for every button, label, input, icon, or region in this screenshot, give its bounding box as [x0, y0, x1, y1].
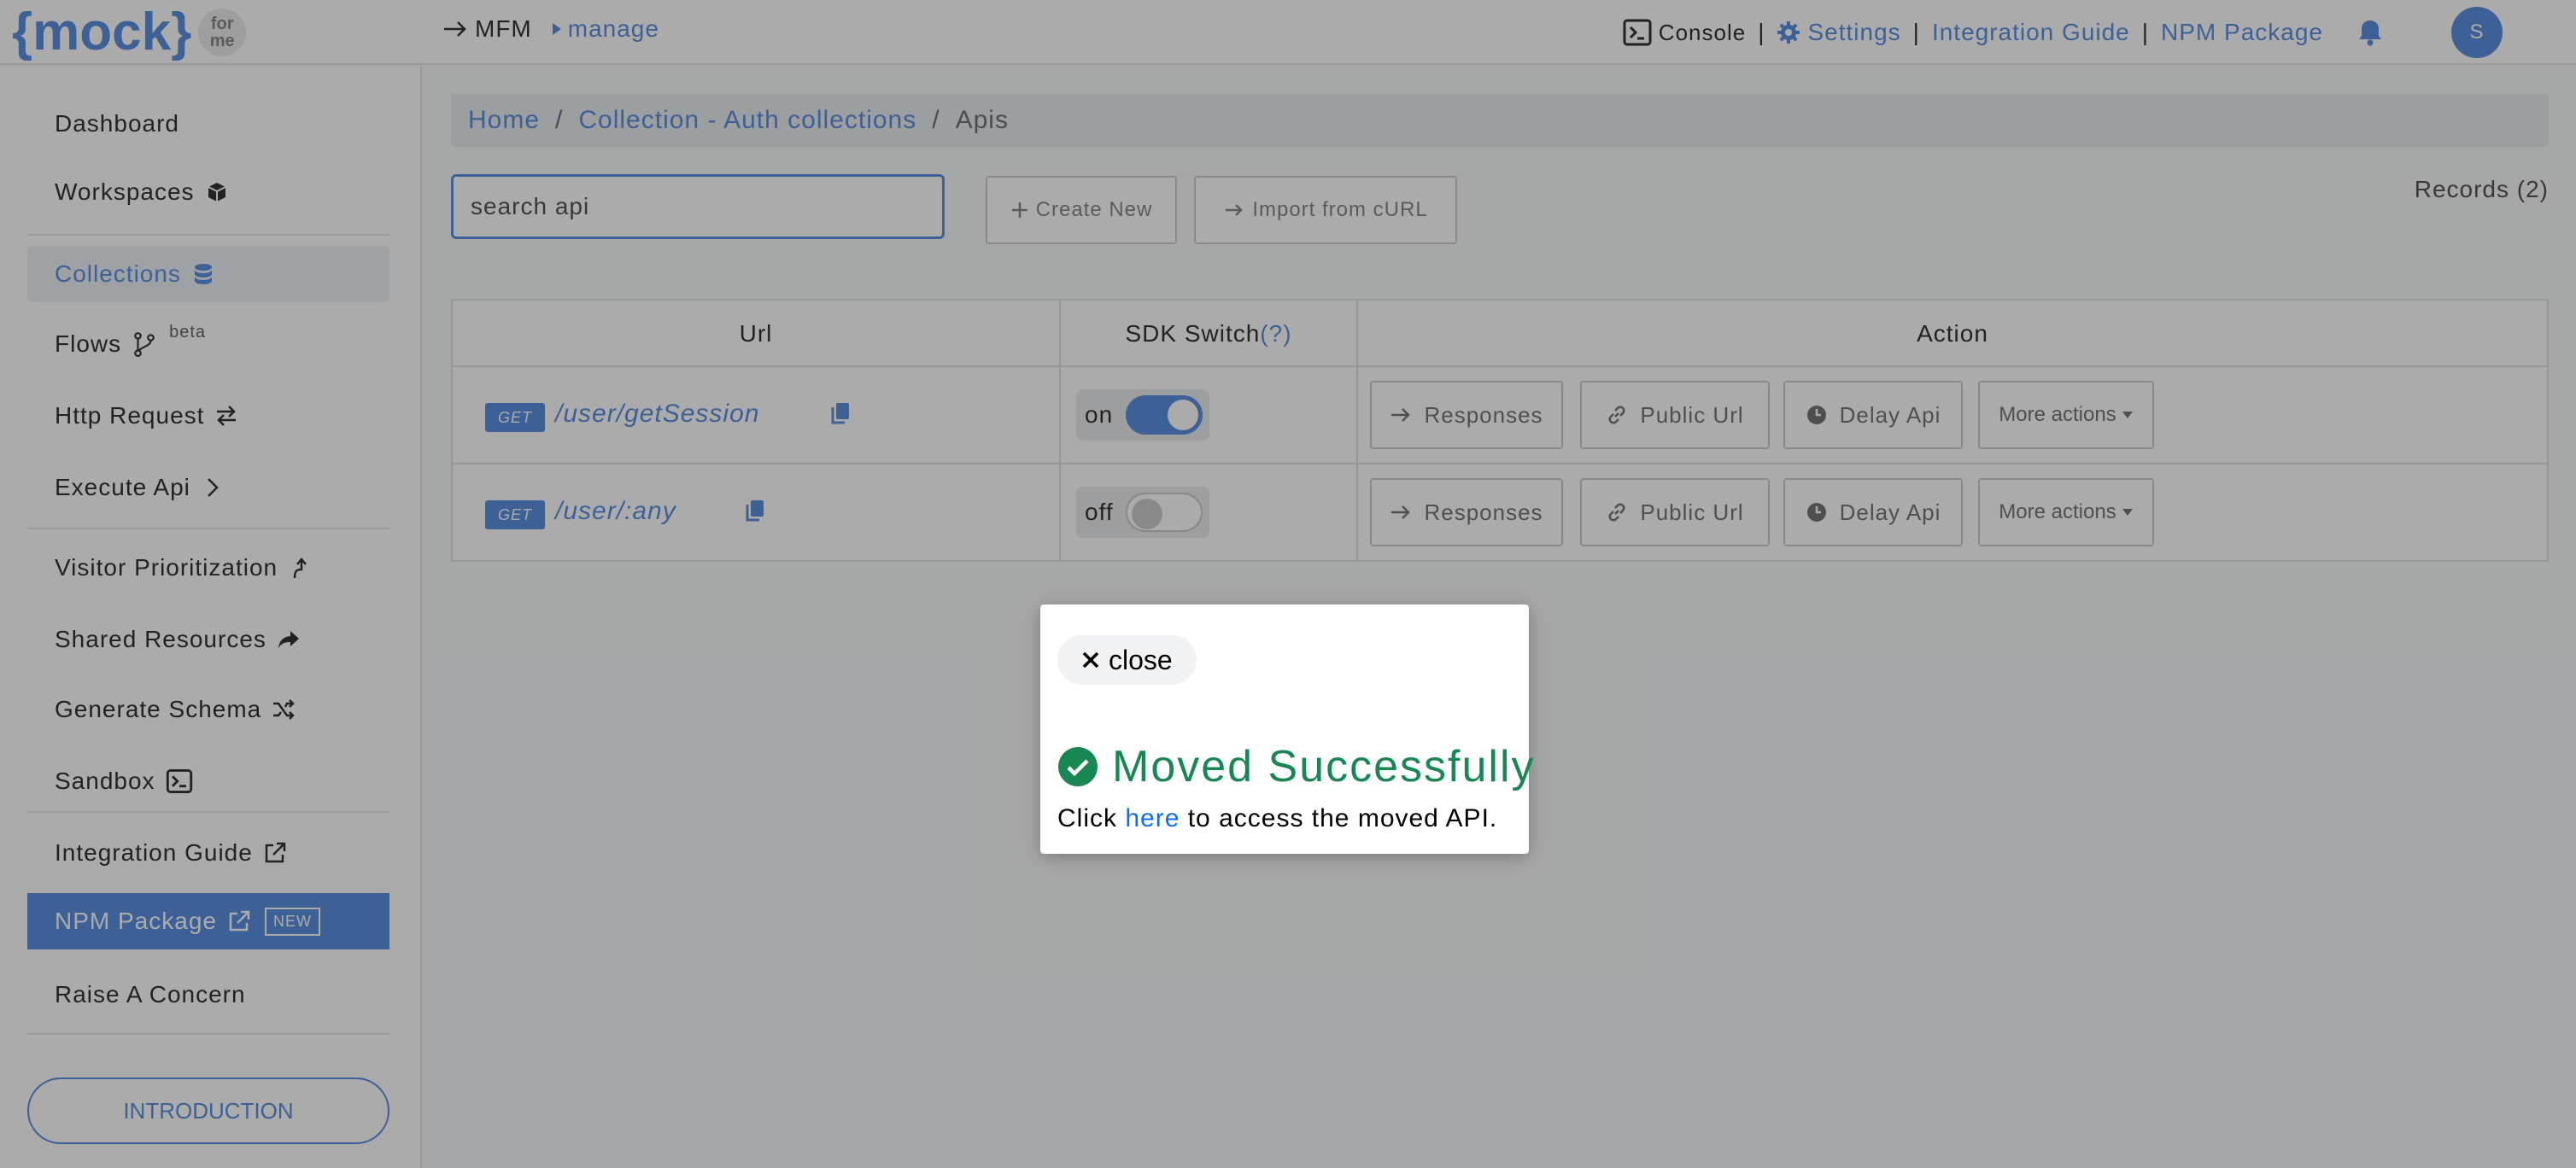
close-button[interactable]: close: [1057, 635, 1197, 685]
moved-api-link[interactable]: here: [1125, 804, 1180, 832]
close-label: close: [1109, 644, 1173, 675]
modal-backdrop[interactable]: [0, 0, 2576, 1168]
success-title: Moved Successfully: [1112, 742, 1536, 791]
close-icon: [1081, 651, 1109, 669]
success-heading: Moved Successfully: [1057, 741, 1536, 792]
message-text: to access the moved API.: [1180, 804, 1498, 832]
success-modal: close Moved Successfully Click here to a…: [1040, 604, 1534, 854]
check-circle-icon: [1057, 746, 1112, 787]
message-text: Click: [1057, 804, 1126, 832]
success-message: Click here to access the moved API.: [1057, 804, 1497, 833]
